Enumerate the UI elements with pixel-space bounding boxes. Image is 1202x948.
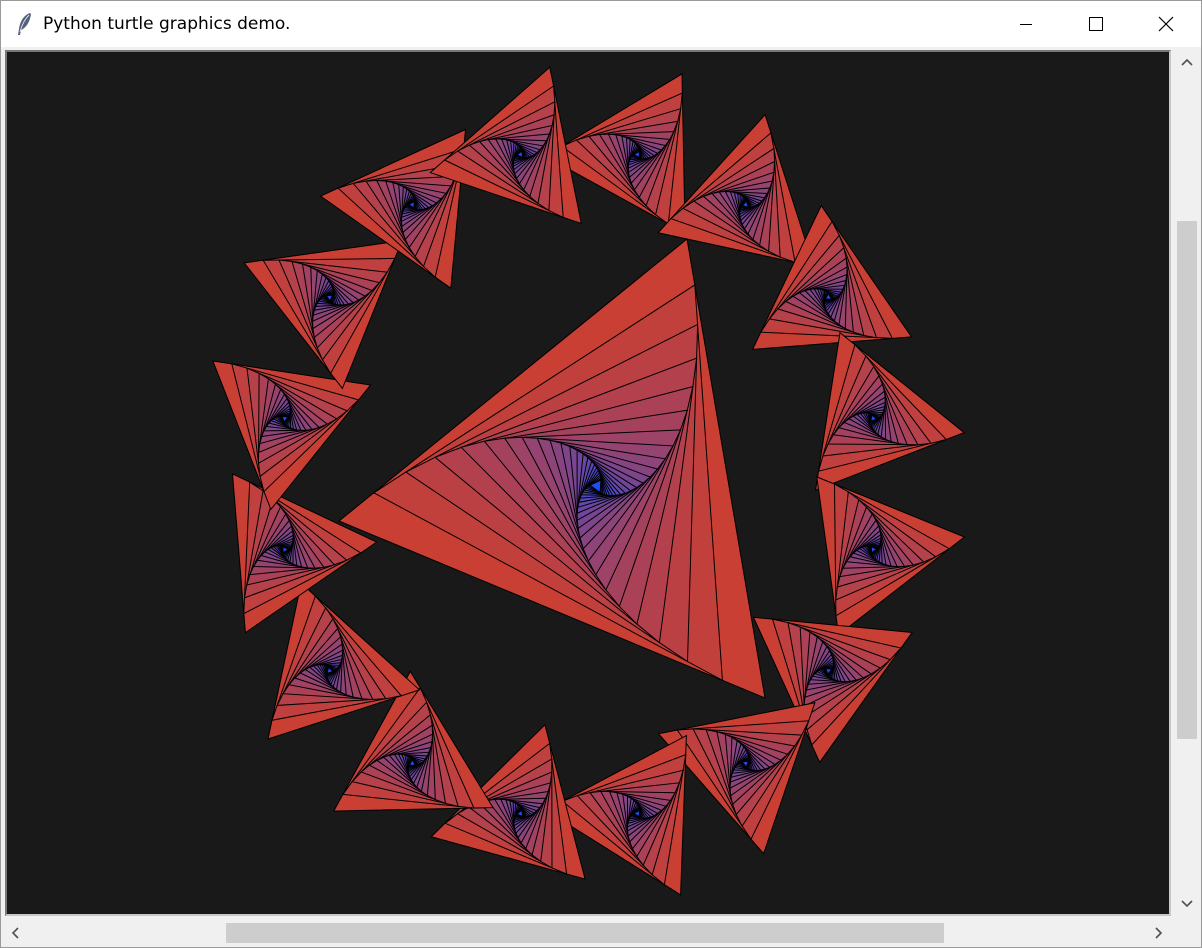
window-title: Python turtle graphics demo. — [43, 14, 291, 34]
vertical-scroll-thumb[interactable] — [1177, 221, 1197, 739]
minimize-icon — [1020, 24, 1032, 25]
title-bar[interactable]: Python turtle graphics demo. — [1, 1, 1201, 47]
scroll-down-button[interactable] — [1173, 890, 1201, 918]
chevron-left-icon — [11, 927, 19, 939]
chevron-right-icon — [1155, 927, 1163, 939]
minimize-button[interactable] — [991, 1, 1061, 47]
ring-spiral — [816, 476, 966, 636]
ring-spiral — [243, 240, 403, 390]
close-icon — [1158, 16, 1174, 32]
vertical-scrollbar[interactable] — [1173, 48, 1201, 918]
horizontal-scroll-thumb[interactable] — [226, 923, 944, 943]
maximize-icon — [1089, 17, 1103, 31]
fractal-drawing — [212, 66, 966, 896]
turtle-canvas[interactable] — [5, 50, 1171, 916]
chevron-down-icon — [1181, 900, 1193, 908]
maximize-button[interactable] — [1061, 1, 1131, 47]
scroll-up-button[interactable] — [1173, 48, 1201, 76]
scroll-left-button[interactable] — [1, 919, 29, 947]
app-window: Python turtle graphics demo. — [0, 0, 1202, 948]
feather-icon — [18, 13, 31, 35]
chevron-up-icon — [1181, 58, 1193, 66]
ring-spiral — [814, 331, 966, 491]
central-spiral — [338, 238, 766, 699]
horizontal-scrollbar[interactable] — [1, 919, 1173, 947]
scroll-right-button[interactable] — [1145, 919, 1173, 947]
size-grip — [1173, 919, 1201, 947]
close-button[interactable] — [1131, 1, 1201, 47]
